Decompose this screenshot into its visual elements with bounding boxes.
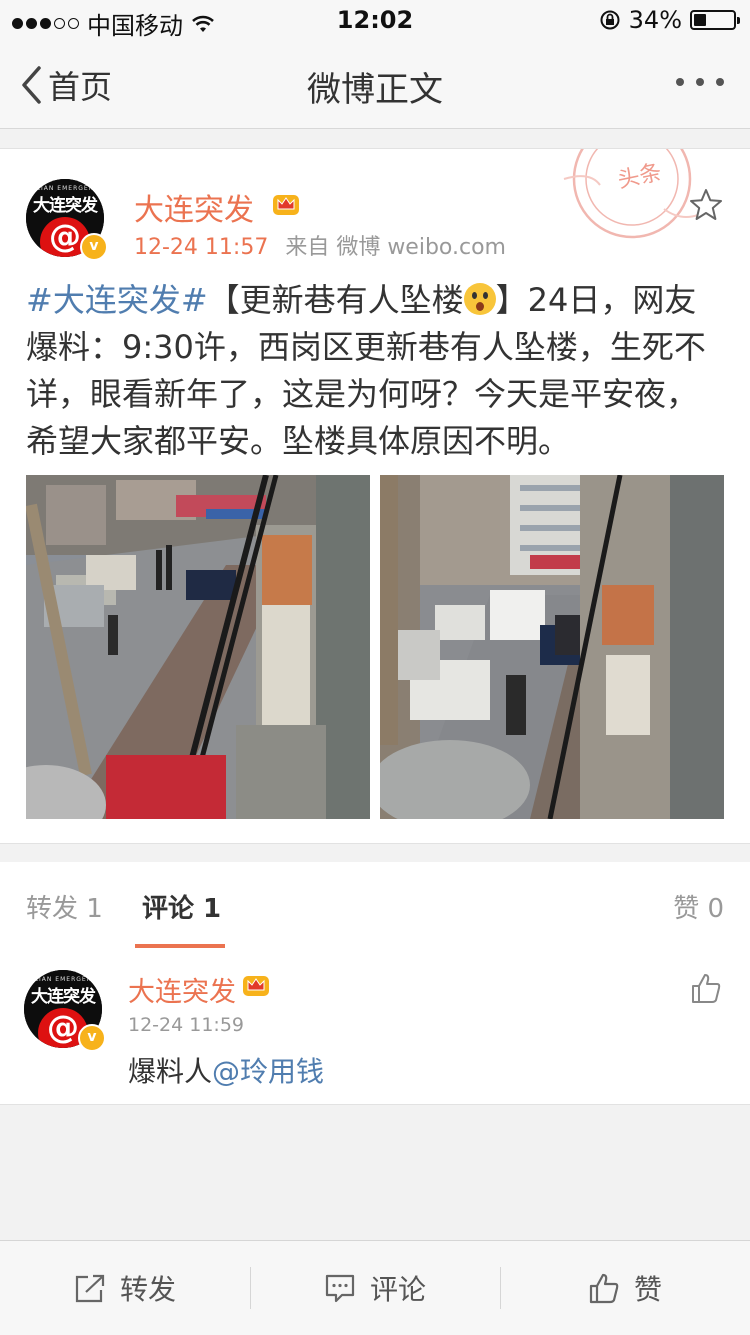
- verified-badge-icon: v: [80, 233, 108, 261]
- crown-icon: [243, 976, 269, 996]
- comment-label: 评论: [369, 1273, 426, 1306]
- avatar-text: 大连突发: [31, 987, 96, 1007]
- interaction-tabs: 转发 1 评论 1 赞 0: [0, 862, 750, 949]
- like-button[interactable]: 赞: [500, 1241, 750, 1335]
- comment-icon: [325, 1274, 355, 1303]
- tab-comment[interactable]: 评论 1: [142, 888, 221, 925]
- repost-button[interactable]: 转发: [0, 1241, 250, 1335]
- repost-icon: [75, 1274, 105, 1303]
- headline-open: 【更新巷有人坠楼: [207, 281, 464, 319]
- headline-stamp: 头条: [560, 149, 700, 249]
- crown-icon: [273, 195, 299, 215]
- status-bar: 中国移动 12:02 34%: [0, 0, 750, 40]
- navigation-bar: 首页 微博正文: [0, 40, 750, 129]
- comment-text: 爆料人@玲用钱: [128, 1050, 324, 1090]
- avatar-text: 大连突发: [33, 196, 98, 216]
- post-source: 来自 微博 weibo.com: [285, 235, 506, 260]
- verified-badge-icon: v: [78, 1024, 106, 1052]
- more-options-button[interactable]: [676, 78, 724, 86]
- surprised-emoji-icon: [463, 283, 496, 315]
- comment-button[interactable]: 评论: [250, 1241, 500, 1335]
- topic-link[interactable]: #大连突发#: [26, 281, 208, 319]
- post-image-2[interactable]: [380, 475, 724, 819]
- post-body: #大连突发#【更新巷有人坠楼 】24日，网友爆料：9:30许，西岗区更新巷有人坠楼…: [26, 277, 726, 465]
- comment-author-name[interactable]: 大连突发: [128, 970, 236, 1009]
- comment-prefix: 爆料人: [128, 1055, 213, 1088]
- comment-item: DALIAN EMERGENCY 大连突发 @ v 大连突发 12-24 11:…: [0, 948, 750, 1105]
- post-time: 12-24 11:57: [134, 235, 269, 260]
- tab-like[interactable]: 赞 0: [673, 888, 724, 925]
- post-image-1[interactable]: [26, 475, 370, 819]
- tab-repost[interactable]: 转发 1: [26, 888, 103, 925]
- battery-icon: [690, 10, 740, 30]
- avatar[interactable]: DALIAN EMERGENCY 大连突发 @ v: [26, 179, 108, 261]
- comment-time: 12-24 11:59: [128, 1014, 245, 1036]
- thumbs-up-icon: [589, 1273, 619, 1304]
- favorite-star-icon[interactable]: [688, 187, 724, 223]
- bottom-toolbar: 转发 评论 赞: [0, 1240, 750, 1335]
- battery-percent: 34%: [628, 6, 682, 34]
- comment-like-icon[interactable]: [690, 972, 722, 1004]
- page-title: 微博正文: [307, 70, 443, 110]
- comment-avatar[interactable]: DALIAN EMERGENCY 大连突发 @ v: [24, 970, 106, 1052]
- stamp-text: 头条: [616, 160, 664, 194]
- like-label: 赞: [633, 1273, 662, 1306]
- repost-label: 转发: [119, 1273, 176, 1306]
- post-author-name[interactable]: 大连突发: [134, 185, 254, 229]
- post-meta: 12-24 11:57 来自 微博 weibo.com: [134, 229, 506, 261]
- mention-link[interactable]: @玲用钱: [212, 1055, 324, 1088]
- rotation-lock-icon: [600, 10, 620, 30]
- weibo-post: DALIAN EMERGENCY 大连突发 @ v 大连突发 12-24 11:…: [0, 148, 750, 844]
- headline-close: 】: [495, 281, 528, 319]
